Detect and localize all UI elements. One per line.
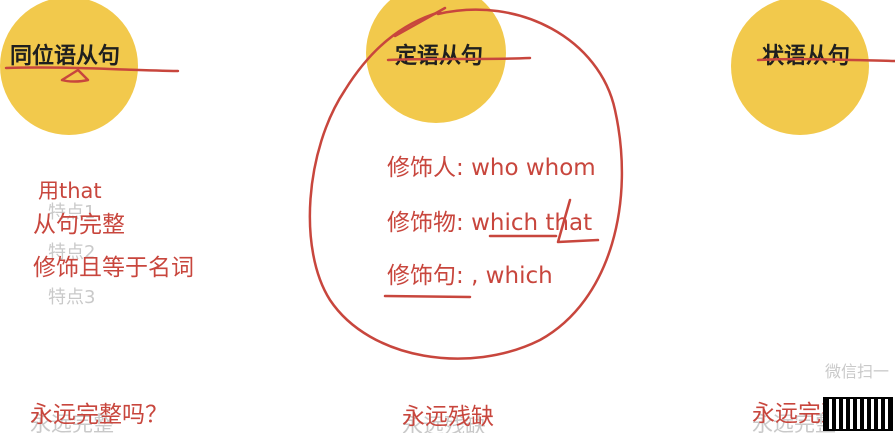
attributive-row-2-label: 修饰物: [387,210,464,236]
attributive-row-1-label: 修饰人: [387,155,464,181]
attributive-row-1-value: who whom [471,155,596,181]
underline-modify-sentence [383,294,472,299]
adverbial-title: 状语从句 [762,44,851,69]
appositive-point-1: 用that [38,179,102,203]
appositive-summary: 永远完整吗？ [30,402,168,428]
attributive-row-3-label: 修饰句: [387,263,464,289]
qr-code-icon[interactable] [823,397,893,431]
watermark-text: 微信扫一 [825,362,890,381]
attributive-row-2: 修饰物: which that [387,203,592,237]
appositive-point-2: 从句完整 [33,212,125,238]
appositive-ghost-point-3: 特点3 [48,287,96,308]
appositive-title: 同位语从句 [10,44,121,69]
attributive-summary: 永远残缺 [402,404,494,430]
attributive-row-1: 修饰人: who whom [387,148,596,182]
attributive-title: 定语从句 [395,44,484,69]
wechat-watermark: 微信扫一 [805,358,895,433]
attributive-row-3-value: , which [471,263,553,289]
slide: 同位语从句 特点1 特点2 特点3 用that 从句完整 修饰且等于名词 永远完… [0,0,895,433]
appositive-point-3: 修饰且等于名词 [33,255,194,281]
attributive-row-3: 修饰句: , which [387,256,553,290]
attributive-row-2-value: which that [471,210,593,236]
